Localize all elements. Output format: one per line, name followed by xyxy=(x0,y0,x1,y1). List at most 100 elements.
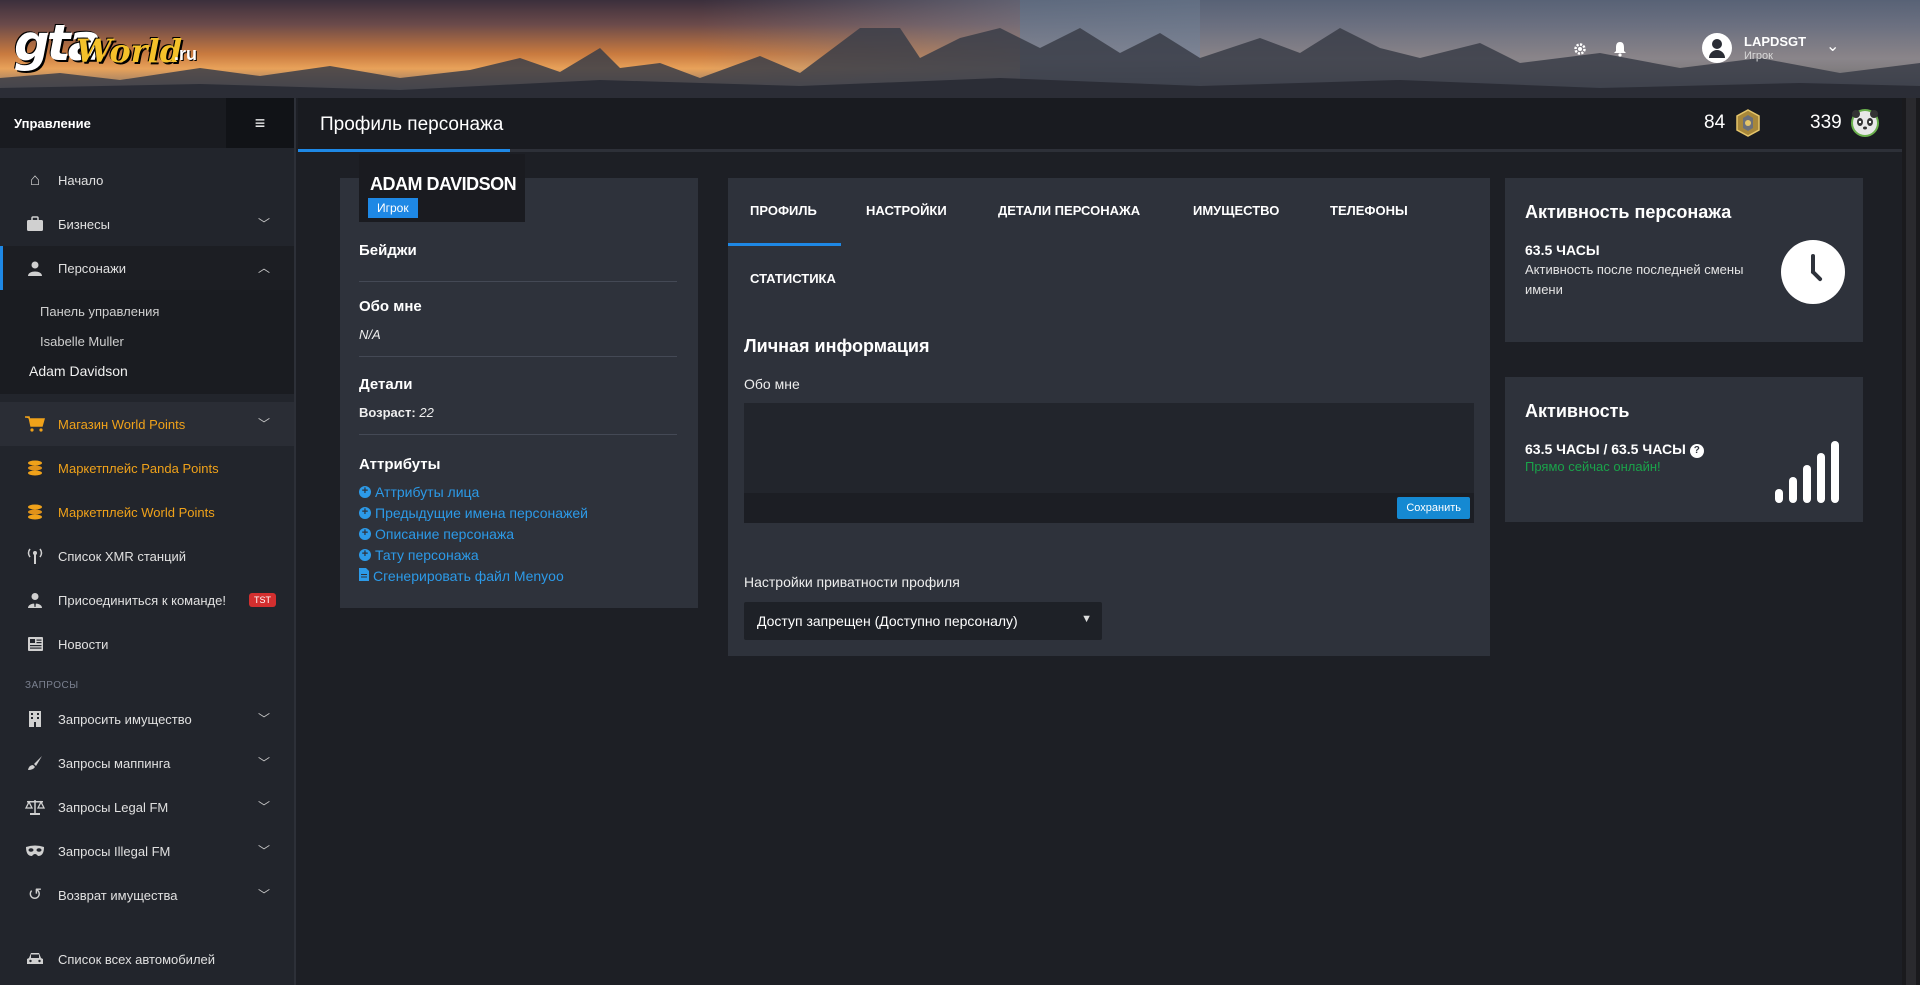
sidebar-item-label: Бизнесы xyxy=(58,216,111,232)
divider xyxy=(359,434,677,435)
about-value: N/A xyxy=(359,327,381,342)
sidebar-item-label: Присоединиться к команде! xyxy=(58,592,226,608)
scale-icon xyxy=(24,796,46,818)
about-field-label: Обо мне xyxy=(744,376,800,392)
age-value: 22 xyxy=(419,405,434,420)
sidebar-item-mapping-requests[interactable]: Запросы маппинга ﹀ xyxy=(0,741,294,785)
signal-bars-icon xyxy=(1769,439,1849,503)
home-icon: ⌂ xyxy=(29,170,41,189)
activity-card: Активность 63.5 ЧАСЫ / 63.5 ЧАСЫ? Прямо … xyxy=(1505,377,1863,522)
sidebar-item-characters[interactable]: Персонажи ︿ xyxy=(0,246,294,290)
brush-icon xyxy=(24,752,46,774)
sidebar-item-label: Запросить имущество xyxy=(58,711,192,727)
user-menu[interactable]: LAPDSGT Игрок ⌄ xyxy=(1700,30,1850,70)
chevron-down-icon: ﹀ xyxy=(257,217,270,231)
header-banner: gta World .ru LAPDSGT Игрок ⌄ xyxy=(0,0,1920,98)
active-tab-indicator xyxy=(728,243,841,246)
sidebar-item-request-property[interactable]: Запросить имущество ﹀ xyxy=(0,697,294,741)
hamburger-menu-icon[interactable]: ≡ xyxy=(226,98,294,148)
tab-statistics[interactable]: СТАТИСТИКА xyxy=(750,271,836,286)
character-activity-title: Активность персонажа xyxy=(1525,202,1732,222)
character-activity-desc: Активность после последней смены имени xyxy=(1525,262,1744,298)
sidebar-item-label: Персонажи xyxy=(58,260,127,276)
link-character-description[interactable]: + Описание персонажа xyxy=(359,523,677,544)
tab-phones[interactable]: ТЕЛЕФОНЫ xyxy=(1330,203,1408,218)
link-label: Тату персонажа xyxy=(375,546,479,563)
about-textarea[interactable]: Сохранить xyxy=(744,403,1474,523)
cart-icon xyxy=(24,413,46,435)
page-scrollbar[interactable] xyxy=(1902,98,1920,985)
sidebar-item-panda-marketplace[interactable]: Маркетплейс Panda Points xyxy=(0,446,294,490)
chevron-down-icon: ﹀ xyxy=(257,712,270,726)
link-previous-names[interactable]: + Предыдущие имена персонажей xyxy=(359,502,677,523)
role-badge: Игрок xyxy=(368,198,418,218)
characters-submenu: Панель управления Isabelle Muller Adam D… xyxy=(0,290,294,394)
logo-world-text: World xyxy=(76,32,183,70)
sidebar-item-news[interactable]: Новости xyxy=(0,622,294,666)
sidebar-title: Управление xyxy=(14,115,91,131)
chevron-down-icon: ﹀ xyxy=(257,844,270,858)
badges-section: Бейджи xyxy=(359,242,677,282)
attributes-heading: Аттрибуты xyxy=(359,456,441,473)
submenu-item-dashboard[interactable]: Панель управления xyxy=(0,296,294,326)
sidebar-item-wp-shop[interactable]: Магазин World Points ﹀ xyxy=(0,402,294,446)
sidebar-item-wp-marketplace[interactable]: Маркетплейс World Points xyxy=(0,490,294,534)
panda-points-value: 339 xyxy=(1810,112,1842,133)
sidebar-item-home[interactable]: ⌂ Начало xyxy=(0,158,294,202)
link-label: Описание персонажа xyxy=(375,525,515,542)
panda-points: 339 xyxy=(1810,108,1880,138)
page-title: Профиль персонажа xyxy=(320,114,504,135)
submenu-item-character[interactable]: Isabelle Muller xyxy=(0,326,294,356)
user-name: LAPDSGT xyxy=(1744,34,1807,49)
sidebar-item-legal-fm-requests[interactable]: Запросы Legal FM ﹀ xyxy=(0,785,294,829)
user-tie-icon xyxy=(24,589,46,611)
character-name: ADAM DAVIDSON xyxy=(370,174,517,194)
tab-property[interactable]: ИМУЩЕСТВО xyxy=(1193,203,1279,218)
sidebar-item-all-vehicles[interactable]: Список всех автомобилей xyxy=(0,937,294,981)
sidebar-item-label: Начало xyxy=(58,172,104,188)
sidebar-item-join-team[interactable]: Присоединиться к команде! TST xyxy=(0,578,294,622)
sidebar-item-illegal-fm-requests[interactable]: Запросы Illegal FM ﹀ xyxy=(0,829,294,873)
privacy-select[interactable]: Доступ запрещен (Доступно персоналу) ▼ xyxy=(744,602,1102,640)
panda-icon xyxy=(1850,108,1880,138)
activity-hours: 63.5 ЧАСЫ / 63.5 ЧАСЫ xyxy=(1525,441,1686,457)
city-skyline xyxy=(0,28,1920,98)
online-status: Прямо сейчас онлайн! xyxy=(1525,459,1661,474)
chevron-down-icon[interactable]: ⌄ xyxy=(1826,36,1839,56)
plus-circle-icon: + xyxy=(359,548,371,561)
sidebar-item-label: Маркетплейс Panda Points xyxy=(58,460,219,476)
profile-tabs-card: ПРОФИЛЬ НАСТРОЙКИ ДЕТАЛИ ПЕРСОНАЖА ИМУЩЕ… xyxy=(728,178,1490,656)
link-face-attributes[interactable]: + Аттрибуты лица xyxy=(359,481,677,502)
mask-icon xyxy=(24,840,46,862)
scrollbar-thumb[interactable] xyxy=(1906,98,1916,985)
link-label: Предыдущие имена персонажей xyxy=(375,504,588,521)
sidebar-item-label: Запросы маппинга xyxy=(58,755,171,771)
site-logo[interactable]: gta World .ru xyxy=(14,14,197,78)
activity-hours-row: 63.5 ЧАСЫ / 63.5 ЧАСЫ? xyxy=(1525,441,1704,458)
bell-icon[interactable] xyxy=(1611,40,1629,58)
link-character-tattoos[interactable]: + Тату персонажа xyxy=(359,544,677,565)
tab-settings[interactable]: НАСТРОЙКИ xyxy=(866,203,947,218)
sidebar-item-label: Маркетплейс World Points xyxy=(58,504,215,520)
submenu-item-character[interactable]: Adam Davidson xyxy=(0,356,294,386)
tab-profile[interactable]: ПРОФИЛЬ xyxy=(750,203,817,218)
antenna-icon xyxy=(24,545,46,567)
divider xyxy=(359,281,677,282)
sidebar-item-property-return[interactable]: ↺ Возврат имущества ﹀ xyxy=(0,873,294,917)
sidebar-item-label: Новости xyxy=(58,636,109,652)
sidebar-item-xmr-stations[interactable]: Список XMR станций xyxy=(0,534,294,578)
privacy-label: Настройки приватности профиля xyxy=(744,574,960,590)
save-button[interactable]: Сохранить xyxy=(1397,497,1470,519)
clock-icon xyxy=(1781,240,1845,304)
tab-character-details[interactable]: ДЕТАЛИ ПЕРСОНАЖА xyxy=(998,203,1140,218)
privacy-select-value: Доступ запрещен (Доступно персоналу) xyxy=(757,613,1018,629)
help-icon[interactable]: ? xyxy=(1689,443,1704,458)
sidebar: Управление ≡ ⌂ Начало Бизнесы ﹀ Персонаж… xyxy=(0,98,296,985)
profile-card: ADAM DAVIDSON Игрок Бейджи Обо мне N/A Д… xyxy=(340,154,698,608)
sidebar-item-businesses[interactable]: Бизнесы ﹀ xyxy=(0,202,294,246)
car-icon xyxy=(24,948,46,970)
character-activity-hours: 63.5 ЧАСЫ xyxy=(1525,242,1600,258)
section-heading: Личная информация xyxy=(744,336,930,356)
link-generate-menyoo[interactable]: Сгенерировать файл Menyoo xyxy=(359,565,677,586)
gear-icon[interactable] xyxy=(1571,40,1589,58)
